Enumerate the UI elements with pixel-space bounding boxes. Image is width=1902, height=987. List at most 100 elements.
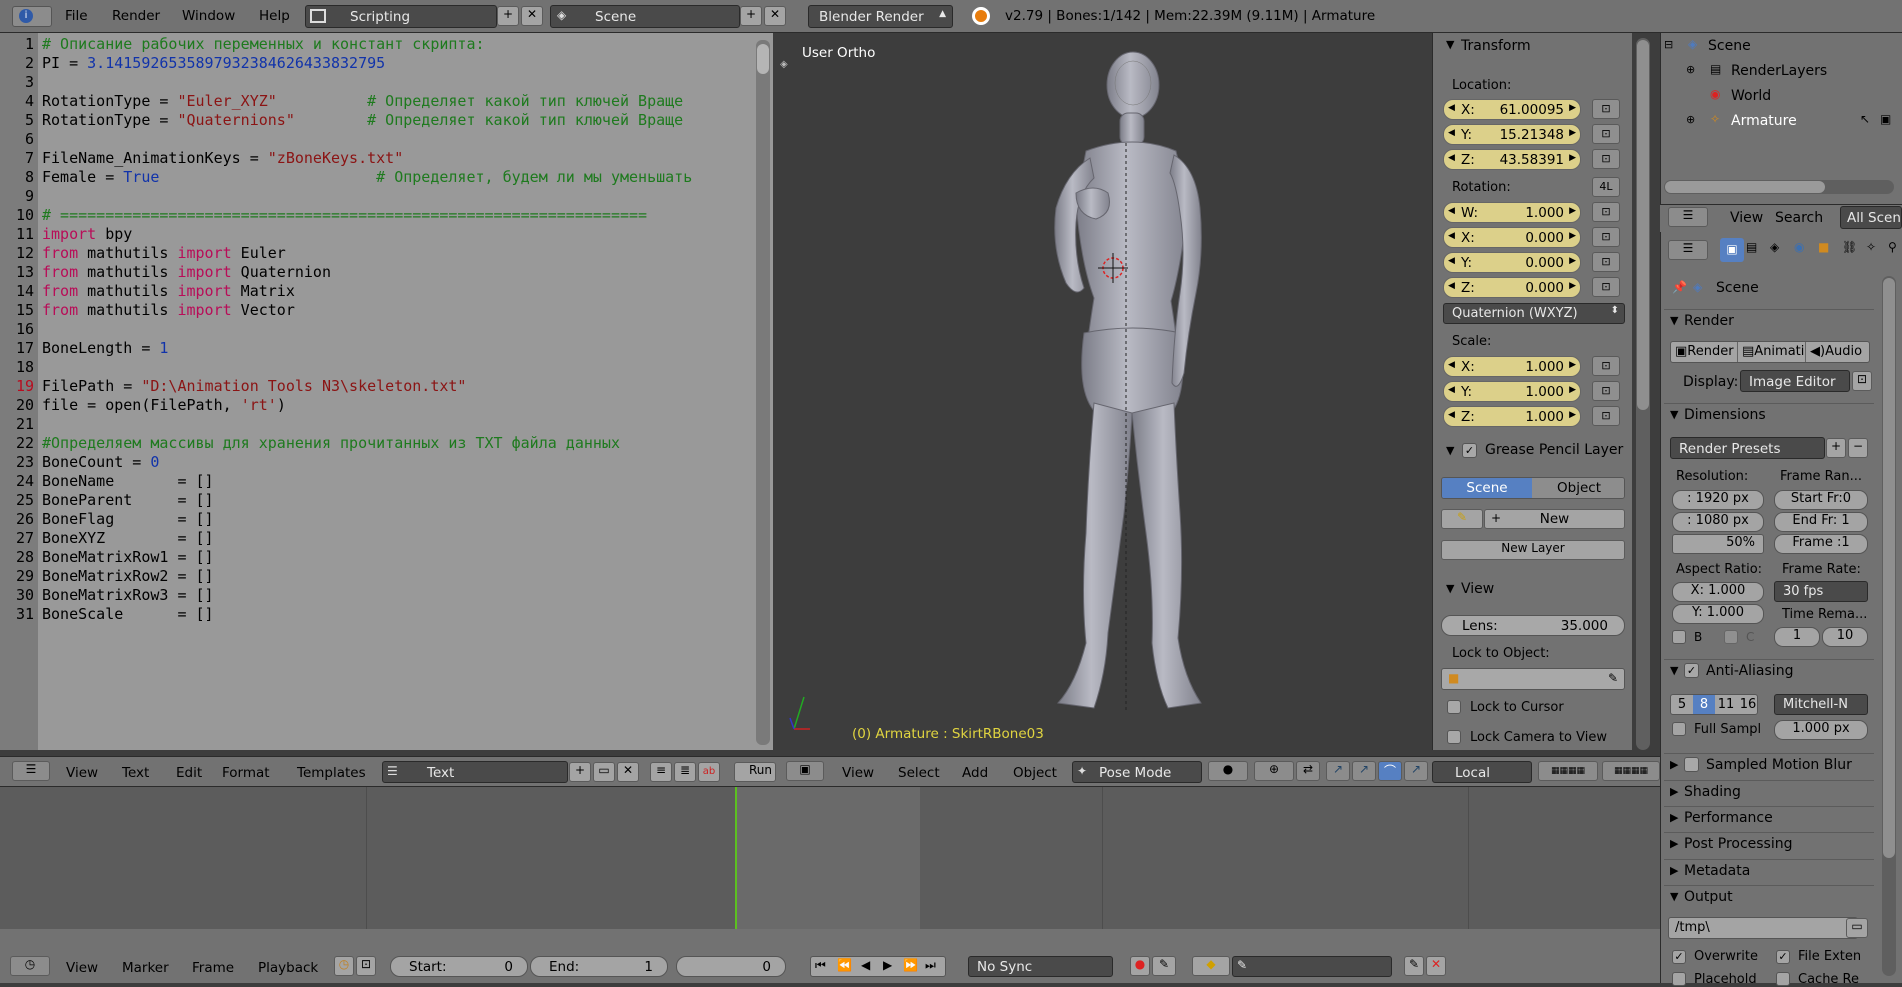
insert-keyframe-button[interactable]: ✎ xyxy=(1404,956,1424,976)
aa-sample-5[interactable]: 5 xyxy=(1671,695,1693,714)
menu-view[interactable]: View xyxy=(66,765,98,781)
code-line[interactable]: FileName_AnimationKeys = "zBoneKeys.txt" xyxy=(42,149,757,167)
increment-arrow-icon[interactable]: ▶ xyxy=(1569,128,1576,138)
scene-select[interactable]: ◈ Scene xyxy=(550,5,740,28)
code-line[interactable]: BoneXYZ = [] xyxy=(42,529,757,547)
preview-range-toggle[interactable]: ◷ xyxy=(334,956,354,976)
eyedropper-icon[interactable]: ✎ xyxy=(1608,671,1618,685)
sync-mode-select[interactable]: No Sync xyxy=(968,956,1113,977)
lock-toggle[interactable]: ⊡ xyxy=(1592,149,1620,169)
outliner-hscrollbar-thumb[interactable] xyxy=(1665,181,1825,193)
decrement-arrow-icon[interactable]: ◀ xyxy=(1448,385,1455,395)
gp-scene-tab[interactable]: Scene xyxy=(1442,478,1532,498)
collapse-icon[interactable]: ⊟ xyxy=(1664,38,1673,51)
menu-add[interactable]: Add xyxy=(962,765,988,781)
transform-panel-title[interactable]: Transform xyxy=(1461,38,1531,54)
increment-arrow-icon[interactable]: ▶ xyxy=(1569,256,1576,266)
start-frame-field[interactable]: Start: 0 xyxy=(390,956,528,977)
play-reverse-icon[interactable]: ◀ xyxy=(861,958,870,972)
code-line[interactable]: BoneScale = [] xyxy=(42,605,757,623)
expand-icon[interactable]: ⊕ xyxy=(1686,63,1695,76)
decrement-arrow-icon[interactable]: ◀ xyxy=(1448,231,1455,241)
menu-select[interactable]: Select xyxy=(898,765,940,781)
decrement-arrow-icon[interactable]: ◀ xyxy=(1448,153,1455,163)
code-line[interactable]: #Определяем массивы для хранения прочита… xyxy=(42,434,757,452)
menu-marker[interactable]: Marker xyxy=(122,960,169,976)
menu-search[interactable]: Search xyxy=(1775,210,1823,226)
gp-object-tab[interactable]: Object xyxy=(1532,478,1624,498)
viewport-editor-type-button[interactable]: ▣ xyxy=(786,761,824,781)
render-animation-button[interactable]: ▤Animation xyxy=(1738,342,1806,362)
code-line[interactable]: from mathutils import Euler xyxy=(42,244,757,262)
info-editor-type-button[interactable]: i xyxy=(12,6,52,27)
rotation-field[interactable]: ◀ Y: 0.000 ▶ xyxy=(1443,252,1581,273)
decrement-arrow-icon[interactable]: ◀ xyxy=(1448,206,1455,216)
menu-templates[interactable]: Templates xyxy=(297,765,366,781)
menu-view[interactable]: View xyxy=(842,765,874,781)
section-header[interactable]: ▶ Post Processing xyxy=(1664,832,1874,856)
frame-step-field[interactable]: Frame :1 xyxy=(1774,534,1868,554)
display-select[interactable]: Image Editor xyxy=(1740,370,1850,392)
mode-select[interactable]: ✦ Pose Mode xyxy=(1072,761,1202,783)
lock-toggle[interactable]: ⊡ xyxy=(1592,356,1620,376)
decrement-arrow-icon[interactable]: ◀ xyxy=(1448,256,1455,266)
outliner-item-armature[interactable]: Armature xyxy=(1731,113,1797,129)
menu-file[interactable]: File xyxy=(65,8,88,24)
code-line[interactable]: RotationType = "Euler_XYZ" # Определяет … xyxy=(42,92,757,110)
decrement-arrow-icon[interactable]: ◀ xyxy=(1448,410,1455,420)
lock-toggle[interactable]: ⊡ xyxy=(1592,227,1620,247)
crop-checkbox[interactable] xyxy=(1724,630,1738,644)
increment-arrow-icon[interactable]: ▶ xyxy=(1569,410,1576,420)
open-text-button[interactable]: ▭ xyxy=(593,762,615,782)
menu-frame[interactable]: Frame xyxy=(192,960,234,976)
code-line[interactable]: from mathutils import Matrix xyxy=(42,282,757,300)
code-line[interactable]: file = open(FilePath, 'rt') xyxy=(42,396,757,414)
active-keying-set[interactable]: ✎ xyxy=(1232,956,1392,977)
current-frame-indicator[interactable] xyxy=(735,787,737,930)
scale-field[interactable]: ◀ X: 1.000 ▶ xyxy=(1443,356,1581,377)
next-keyframe-icon[interactable]: ⏩ xyxy=(903,958,918,972)
code-line[interactable]: BoneFlag = [] xyxy=(42,510,757,528)
lock-camera-checkbox[interactable] xyxy=(1447,730,1461,744)
code-line[interactable]: BoneLength = 1 xyxy=(42,339,757,357)
decrement-arrow-icon[interactable]: ◀ xyxy=(1448,360,1455,370)
run-script-button[interactable]: Run xyxy=(734,762,776,782)
rotation-field[interactable]: ◀ Z: 0.000 ▶ xyxy=(1443,277,1581,298)
decrement-arrow-icon[interactable]: ◀ xyxy=(1448,281,1455,291)
outliner-item-scene[interactable]: Scene xyxy=(1708,38,1751,54)
aa-filter-select[interactable]: Mitchell-N xyxy=(1774,694,1868,715)
text-datablock-select[interactable]: ☰ Text xyxy=(382,761,568,783)
section-header[interactable]: ▼ Output xyxy=(1664,885,1874,909)
aa-sample-16[interactable]: 16 xyxy=(1737,695,1757,714)
menu-render[interactable]: Render xyxy=(112,8,160,24)
jump-start-icon[interactable]: ⏮ xyxy=(815,958,826,973)
code-line[interactable]: from mathutils import Quaternion xyxy=(42,263,757,281)
editor-type-button[interactable]: ☰ xyxy=(12,761,50,781)
location-field[interactable]: ◀ Z: 43.58391 ▶ xyxy=(1443,149,1581,170)
code-line[interactable]: RotationType = "Quaternions" # Определяе… xyxy=(42,111,757,129)
orientation-select[interactable]: Local xyxy=(1432,761,1532,783)
menu-format[interactable]: Format xyxy=(222,765,270,781)
code-line[interactable]: BoneMatrixRow1 = [] xyxy=(42,548,757,566)
location-field[interactable]: ◀ Y: 15.21348 ▶ xyxy=(1443,124,1581,145)
rotation-field[interactable]: ◀ W: 1.000 ▶ xyxy=(1443,202,1581,223)
editor-scrollbar[interactable] xyxy=(756,40,770,745)
screen-layout-select[interactable]: Scripting xyxy=(305,5,497,28)
lock-toggle[interactable]: ⊡ xyxy=(1592,202,1620,222)
outliner-item-renderlayers[interactable]: RenderLayers xyxy=(1731,63,1827,79)
lock-toggle[interactable]: ⊡ xyxy=(1592,124,1620,144)
remap-old-field[interactable]: 1 xyxy=(1774,627,1820,647)
properties-scrollbar-thumb[interactable] xyxy=(1883,278,1895,858)
properties-editor-type[interactable]: ☰ xyxy=(1668,240,1708,260)
render-visibility-icon[interactable]: ▣ xyxy=(1880,112,1891,126)
lens-field[interactable]: Lens: 35.000 xyxy=(1441,615,1625,636)
start-frame-field[interactable]: Start Fr:0 xyxy=(1774,490,1868,510)
menu-edit[interactable]: Edit xyxy=(176,765,202,781)
scale-toggle[interactable]: ↗ xyxy=(1404,761,1428,781)
lock-toggle[interactable]: ⊡ xyxy=(1592,277,1620,297)
collapse-arrow-icon[interactable]: ▼ xyxy=(1446,444,1454,457)
render-tab-camera-icon[interactable]: ▣ xyxy=(1720,238,1744,262)
code-area[interactable]: 1 2 3 4 5 6 7 8 9 10 11 12 13 14 15 16 17 18 19 20 21 22 23 24 2… xyxy=(0,33,773,750)
anti-aliasing-panel-header[interactable]: ▼ ✓ Anti-Aliasing xyxy=(1664,659,1874,683)
full-sample-checkbox[interactable] xyxy=(1672,722,1686,736)
